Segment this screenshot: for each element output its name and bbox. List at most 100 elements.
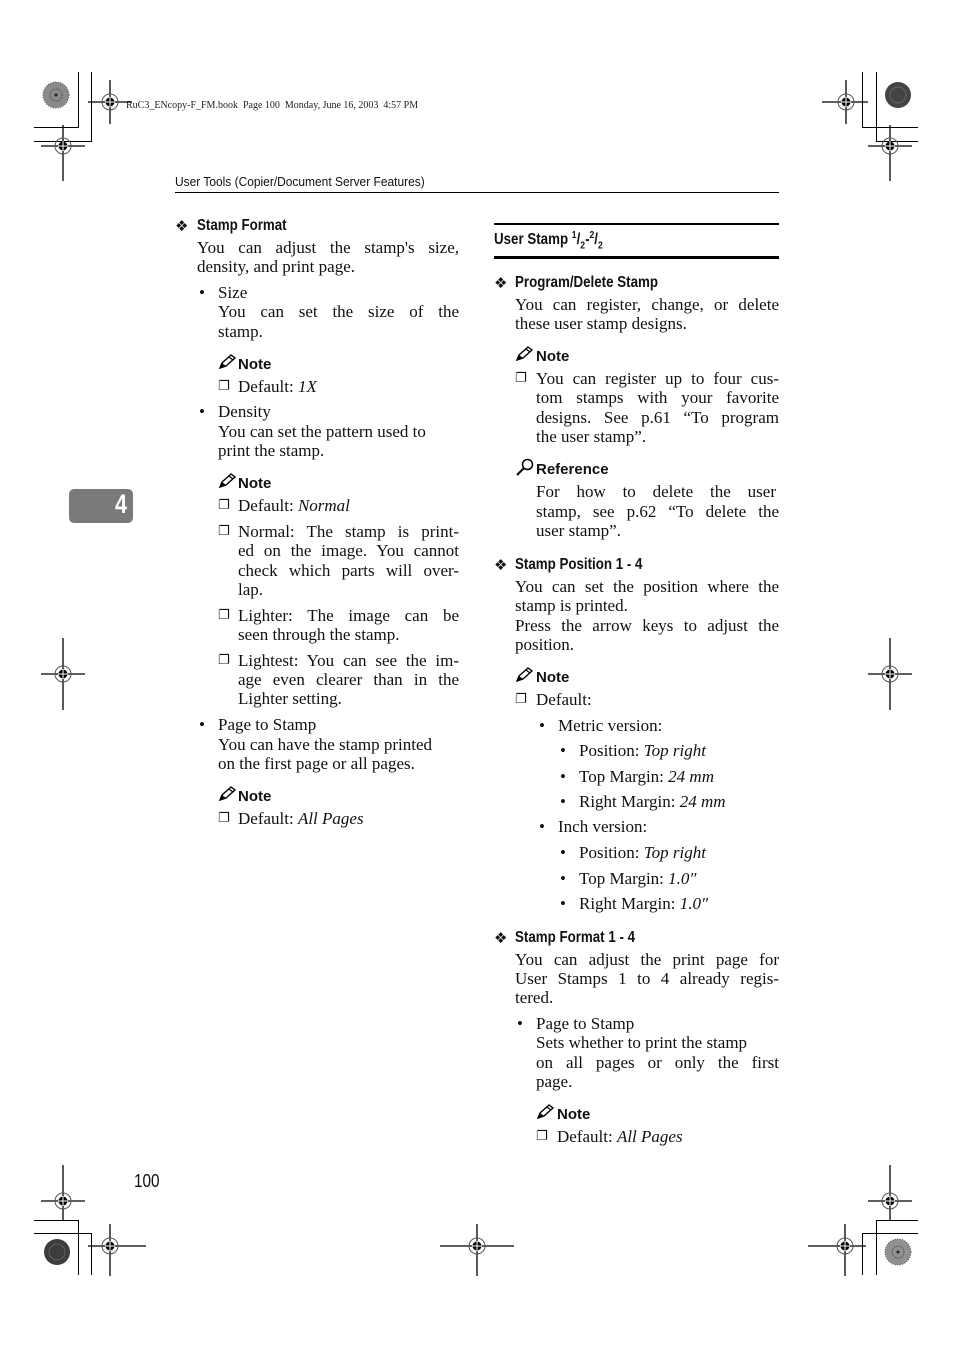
running-header: User Tools (Copier/Document Server Featu… bbox=[175, 174, 425, 189]
stamp-format-heading: Stamp Format bbox=[197, 217, 287, 234]
item-value: 1.0″ bbox=[679, 894, 709, 913]
size-note-label: Note bbox=[238, 356, 272, 373]
bullet-icon: • bbox=[199, 402, 205, 421]
density-item-normal-3: check which parts will over- bbox=[238, 561, 459, 580]
density-item-lightest-1: Lightest: You can see the im- bbox=[238, 651, 459, 670]
default-value: All Pages bbox=[297, 809, 364, 828]
density-dot-icon bbox=[885, 82, 911, 108]
program-delete-note-1: You can register up to four cus- bbox=[536, 369, 779, 388]
default-prefix: Default: bbox=[557, 1127, 617, 1146]
program-delete-note-4: the user stamp”. bbox=[536, 427, 646, 446]
bullet-icon: • bbox=[199, 283, 205, 302]
page-to-stamp-desc-1: You can have the stamp printed bbox=[218, 735, 433, 754]
density-label: Density bbox=[218, 402, 271, 421]
item-value: Top right bbox=[643, 741, 706, 760]
stamp-position-desc-3: Press the arrow keys to adjust the bbox=[515, 616, 779, 635]
item-key: Right Margin: bbox=[579, 894, 680, 913]
density-default: Default: Normal bbox=[238, 496, 350, 516]
registration-mark-icon bbox=[868, 125, 912, 181]
reference-text-2: stamp, see p.62 “To delete the bbox=[536, 502, 779, 521]
format-14-note-label: Note bbox=[557, 1106, 591, 1123]
size-desc-2: stamp. bbox=[218, 322, 263, 341]
default-value: Normal bbox=[297, 496, 350, 515]
density-note-label: Note bbox=[238, 475, 272, 492]
format-14-default: Default: All Pages bbox=[557, 1127, 683, 1147]
density-item-normal-2: ed on the image. You cannot bbox=[238, 541, 459, 560]
header-rule bbox=[175, 192, 779, 193]
program-delete-heading: Program/Delete Stamp bbox=[515, 274, 658, 291]
title-frac-num: 1 bbox=[571, 230, 577, 241]
stamp-position-note-label: Note bbox=[536, 669, 570, 686]
item-value: Top right bbox=[643, 843, 706, 862]
bullet-icon: • bbox=[199, 715, 205, 734]
inch-top-margin: Top Margin: 1.0″ bbox=[579, 869, 697, 889]
default-value: All Pages bbox=[616, 1127, 683, 1146]
stamp-format-desc-2: density, and print page. bbox=[197, 257, 355, 276]
size-default: Default: 1X bbox=[238, 377, 317, 397]
program-delete-desc-2: these user stamp designs. bbox=[515, 314, 687, 333]
title-main: User Stamp bbox=[494, 231, 572, 249]
title-rule-top bbox=[494, 223, 779, 225]
metric-version-label: Metric version: bbox=[558, 716, 663, 735]
registration-mark-icon bbox=[88, 1224, 146, 1276]
checkbox-icon: ❐ bbox=[218, 608, 230, 623]
checkbox-icon: ❐ bbox=[218, 379, 230, 394]
stamp-format-14-desc-3: tered. bbox=[515, 988, 554, 1007]
bullet-icon: • bbox=[560, 792, 566, 811]
density-desc-2: print the stamp. bbox=[218, 441, 325, 460]
inch-version-label: Inch version: bbox=[558, 817, 648, 836]
print-info: RuC3_ENcopy-F_FM.book Page 100 Monday, J… bbox=[126, 100, 419, 111]
density-item-lighter-1: Lighter: The image can be bbox=[238, 606, 459, 625]
star-target-icon bbox=[884, 1238, 912, 1266]
page-to-stamp-note-label: Note bbox=[238, 788, 272, 805]
registration-mark-icon bbox=[41, 638, 85, 710]
size-label: Size bbox=[218, 283, 248, 302]
title-frac-num: 2 bbox=[589, 230, 595, 241]
item-value: 1.0″ bbox=[668, 869, 697, 888]
density-item-normal-1: Normal: The stamp is print- bbox=[238, 522, 459, 541]
checkbox-icon: ❐ bbox=[218, 653, 230, 668]
checkbox-icon: ❐ bbox=[218, 524, 230, 539]
stamp-format-14-desc-2: User Stamps 1 to 4 already regis- bbox=[515, 969, 779, 988]
density-desc-1: You can set the pattern used to bbox=[218, 422, 426, 441]
stamp-position-heading: Stamp Position 1 - 4 bbox=[515, 556, 643, 573]
chapter-number: 4 bbox=[114, 489, 127, 519]
page-number: 100 bbox=[134, 1171, 160, 1191]
stamp-format-14-heading: Stamp Format 1 - 4 bbox=[515, 929, 635, 946]
item-key: Top Margin: bbox=[579, 869, 669, 888]
section-bullet-icon: ❖ bbox=[494, 274, 508, 292]
program-delete-note-label: Note bbox=[536, 348, 570, 365]
item-key: Position: bbox=[579, 843, 644, 862]
registration-mark-icon bbox=[41, 1165, 85, 1221]
stamp-position-desc-4: position. bbox=[515, 635, 575, 654]
chapter-tab: 4 bbox=[69, 489, 133, 523]
stamp-position-desc-2: stamp is printed. bbox=[515, 596, 628, 615]
pencil-icon bbox=[218, 473, 236, 489]
item-value: 24 mm bbox=[679, 792, 726, 811]
checkbox-icon: ❐ bbox=[515, 371, 527, 386]
bullet-icon: • bbox=[517, 1014, 523, 1033]
checkbox-icon: ❐ bbox=[536, 1129, 548, 1144]
bullet-icon: • bbox=[560, 843, 566, 862]
default-prefix: Default: bbox=[238, 377, 298, 396]
registration-mark-icon bbox=[868, 638, 912, 710]
checkbox-icon: ❐ bbox=[515, 692, 527, 707]
section-title: User Stamp 1/2-2/2 bbox=[494, 230, 603, 252]
bullet-icon: • bbox=[560, 767, 566, 786]
inch-position: Position: Top right bbox=[579, 843, 706, 863]
reference-text-1: For how to delete the user bbox=[536, 482, 776, 501]
registration-mark-icon bbox=[808, 1224, 866, 1276]
density-item-lighter-2: seen through the stamp. bbox=[238, 625, 400, 644]
stamp-position-desc-1: You can set the position where the bbox=[515, 577, 779, 596]
item-key: Top Margin: bbox=[579, 767, 669, 786]
pencil-icon bbox=[218, 354, 236, 370]
checkbox-icon: ❐ bbox=[218, 498, 230, 513]
format-14-page-to-stamp-desc-1: Sets whether to print the stamp bbox=[536, 1033, 748, 1052]
stamp-position-default-label: Default: bbox=[536, 690, 592, 709]
pencil-icon bbox=[536, 1104, 554, 1120]
section-bullet-icon: ❖ bbox=[494, 556, 508, 574]
reference-label: Reference bbox=[536, 461, 609, 478]
registration-mark-icon bbox=[822, 80, 868, 124]
size-desc-1: You can set the size of the bbox=[218, 302, 459, 321]
title-frac-den: 2 bbox=[598, 240, 603, 252]
